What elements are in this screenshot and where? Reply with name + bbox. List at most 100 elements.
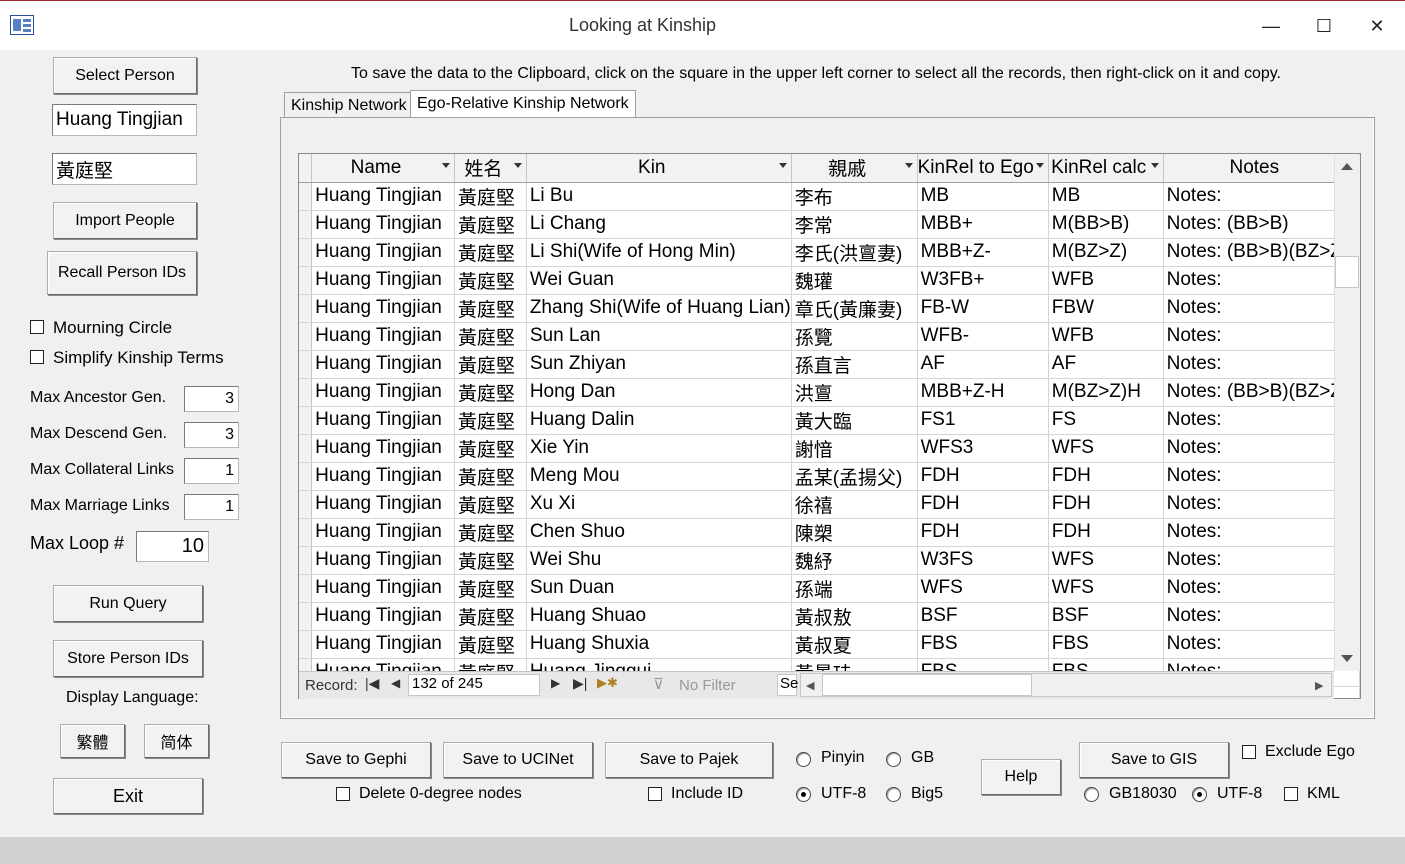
tab-ego-relative-kinship-network[interactable]: Ego-Relative Kinship Network	[410, 90, 636, 118]
help-button[interactable]: Help	[981, 759, 1061, 795]
cell-kinrel-ego[interactable]: FS1	[917, 406, 1049, 435]
column-header-chn-kin[interactable]: 親戚	[791, 154, 918, 183]
new-record-icon[interactable]: ▶✱	[597, 675, 618, 691]
table-row[interactable]: Huang Tingjian 黃庭堅 Sun Zhiyan 孫直言 AF AF Notes:	[299, 350, 1360, 379]
cell-kin[interactable]: Sun Zhiyan	[526, 350, 792, 379]
cell-kinrel-calc[interactable]: WFS	[1048, 574, 1164, 603]
cell-chn-kin[interactable]: 黃叔敖	[791, 602, 918, 631]
cell-kin[interactable]: Li Shi(Wife of Hong Min)	[526, 238, 792, 267]
utf8-radio[interactable]	[796, 787, 811, 802]
table-row[interactable]: Huang Tingjian 黃庭堅 Li Shi(Wife of Hong Min…	[299, 238, 1360, 267]
cell-chn-kin[interactable]: 陳槊	[791, 518, 918, 547]
cell-kinrel-calc[interactable]: WFB	[1048, 266, 1164, 295]
cell-kin[interactable]: Meng Mou	[526, 462, 792, 491]
cell-chn-kin[interactable]: 孫覽	[791, 322, 918, 351]
import-people-button[interactable]: Import People	[53, 202, 197, 239]
delete-zero-degree-checkbox[interactable]	[336, 787, 350, 801]
cell-kinrel-ego[interactable]: W3FS	[917, 546, 1049, 575]
cell-kinrel-ego[interactable]: FDH	[917, 490, 1049, 519]
max-loop-field[interactable]: 10	[136, 531, 209, 562]
cell-kinrel-calc[interactable]: BSF	[1048, 602, 1164, 631]
record-selector[interactable]	[299, 630, 313, 659]
cell-chn-name[interactable]: 黃庭堅	[454, 574, 527, 603]
save-to-ucinet-button[interactable]: Save to UCINet	[443, 742, 593, 778]
cell-name[interactable]: Huang Tingjian	[311, 378, 455, 407]
cell-kin[interactable]: Xu Xi	[526, 490, 792, 519]
cell-name[interactable]: Huang Tingjian	[311, 434, 455, 463]
cell-chn-name[interactable]: 黃庭堅	[454, 630, 527, 659]
cell-notes[interactable]: Notes:	[1163, 182, 1360, 211]
gb-radio[interactable]	[886, 752, 901, 767]
cell-kinrel-ego[interactable]: BSF	[917, 602, 1049, 631]
cell-chn-kin[interactable]: 黃叔夏	[791, 630, 918, 659]
kml-checkbox[interactable]	[1284, 787, 1298, 801]
scroll-up-icon[interactable]	[1341, 163, 1353, 170]
previous-record-icon[interactable]: ◀	[391, 676, 400, 690]
cell-kin[interactable]: Li Bu	[526, 182, 792, 211]
minimize-icon[interactable]: —	[1248, 9, 1294, 43]
cell-name[interactable]: Huang Tingjian	[311, 406, 455, 435]
scroll-right-icon[interactable]: ▶	[1315, 679, 1323, 692]
record-selector[interactable]	[299, 182, 313, 211]
tab-kinship-network[interactable]: Kinship Network	[284, 92, 414, 118]
cell-chn-kin[interactable]: 黃大臨	[791, 406, 918, 435]
cell-kinrel-ego[interactable]: MB	[917, 182, 1049, 211]
cell-chn-kin[interactable]: 魏紓	[791, 546, 918, 575]
cell-kinrel-calc[interactable]: FDH	[1048, 518, 1164, 547]
cell-kinrel-calc[interactable]: FS	[1048, 406, 1164, 435]
cell-kin[interactable]: Sun Lan	[526, 322, 792, 351]
cell-chn-name[interactable]: 黃庭堅	[454, 462, 527, 491]
record-selector[interactable]	[299, 294, 313, 323]
cell-chn-name[interactable]: 黃庭堅	[454, 546, 527, 575]
table-row[interactable]: Huang Tingjian 黃庭堅 Wei Shu 魏紓 W3FS WFS Notes:	[299, 546, 1360, 575]
cell-notes[interactable]: Notes:	[1163, 266, 1360, 295]
record-selector[interactable]	[299, 602, 313, 631]
person-name-chn-field[interactable]: 黃庭堅	[52, 153, 197, 185]
exclude-ego-checkbox[interactable]	[1242, 745, 1256, 759]
table-row[interactable]: Huang Tingjian 黃庭堅 Chen Shuo 陳槊 FDH FDH Notes:	[299, 518, 1360, 547]
cell-chn-name[interactable]: 黃庭堅	[454, 182, 527, 211]
scroll-left-icon[interactable]: ◀	[806, 679, 814, 692]
select-all-square[interactable]	[299, 154, 313, 183]
cell-chn-name[interactable]: 黃庭堅	[454, 602, 527, 631]
cell-chn-name[interactable]: 黃庭堅	[454, 350, 527, 379]
record-selector[interactable]	[299, 350, 313, 379]
cell-kinrel-ego[interactable]: WFB-	[917, 322, 1049, 351]
cell-chn-name[interactable]: 黃庭堅	[454, 294, 527, 323]
cell-name[interactable]: Huang Tingjian	[311, 602, 455, 631]
recall-person-ids-button[interactable]: Recall Person IDs	[47, 251, 197, 295]
table-row[interactable]: Huang Tingjian 黃庭堅 Hong Dan 洪亶 MBB+Z-H M(BZ>Z…	[299, 378, 1360, 407]
cell-kinrel-ego[interactable]: FBS	[917, 630, 1049, 659]
cell-name[interactable]: Huang Tingjian	[311, 630, 455, 659]
select-person-button[interactable]: Select Person	[53, 57, 197, 94]
traditional-chinese-button[interactable]: 繁體	[60, 724, 125, 758]
max-collateral-field[interactable]: 1	[184, 458, 239, 484]
cell-notes[interactable]: Notes:	[1163, 350, 1360, 379]
cell-kin[interactable]: Chen Shuo	[526, 518, 792, 547]
last-record-icon[interactable]: ▶|	[573, 675, 587, 692]
cell-kinrel-calc[interactable]: WFS	[1048, 434, 1164, 463]
cell-notes[interactable]: Notes:	[1163, 294, 1360, 323]
vertical-scroll-thumb[interactable]	[1335, 256, 1359, 288]
record-position-field[interactable]: 132 of 245	[408, 674, 540, 696]
table-row[interactable]: Huang Tingjian 黃庭堅 Li Bu 李布 MB MB Notes:	[299, 182, 1360, 211]
scroll-down-icon[interactable]	[1341, 655, 1353, 662]
horizontal-scrollbar[interactable]: ◀ ▶	[800, 673, 1332, 697]
cell-chn-name[interactable]: 黃庭堅	[454, 266, 527, 295]
cell-notes[interactable]: Notes:	[1163, 322, 1360, 351]
record-selector[interactable]	[299, 518, 313, 547]
cell-kinrel-calc[interactable]: AF	[1048, 350, 1164, 379]
cell-chn-kin[interactable]: 孟某(孟揚父)	[791, 462, 918, 491]
column-header-kin[interactable]: Kin	[526, 154, 792, 183]
cell-chn-name[interactable]: 黃庭堅	[454, 406, 527, 435]
column-header-kinrel-calc[interactable]: KinRel calc	[1048, 154, 1164, 183]
include-id-checkbox[interactable]	[648, 787, 662, 801]
cell-chn-kin[interactable]: 李氏(洪亶妻)	[791, 238, 918, 267]
max-ancestor-field[interactable]: 3	[184, 386, 239, 412]
cell-kinrel-calc[interactable]: M(BZ>Z)H	[1048, 378, 1164, 407]
cell-chn-name[interactable]: 黃庭堅	[454, 518, 527, 547]
save-to-pajek-button[interactable]: Save to Pajek	[605, 742, 773, 778]
mourning-circle-checkbox[interactable]	[30, 320, 44, 334]
cell-chn-name[interactable]: 黃庭堅	[454, 378, 527, 407]
cell-kinrel-calc[interactable]: WFS	[1048, 546, 1164, 575]
